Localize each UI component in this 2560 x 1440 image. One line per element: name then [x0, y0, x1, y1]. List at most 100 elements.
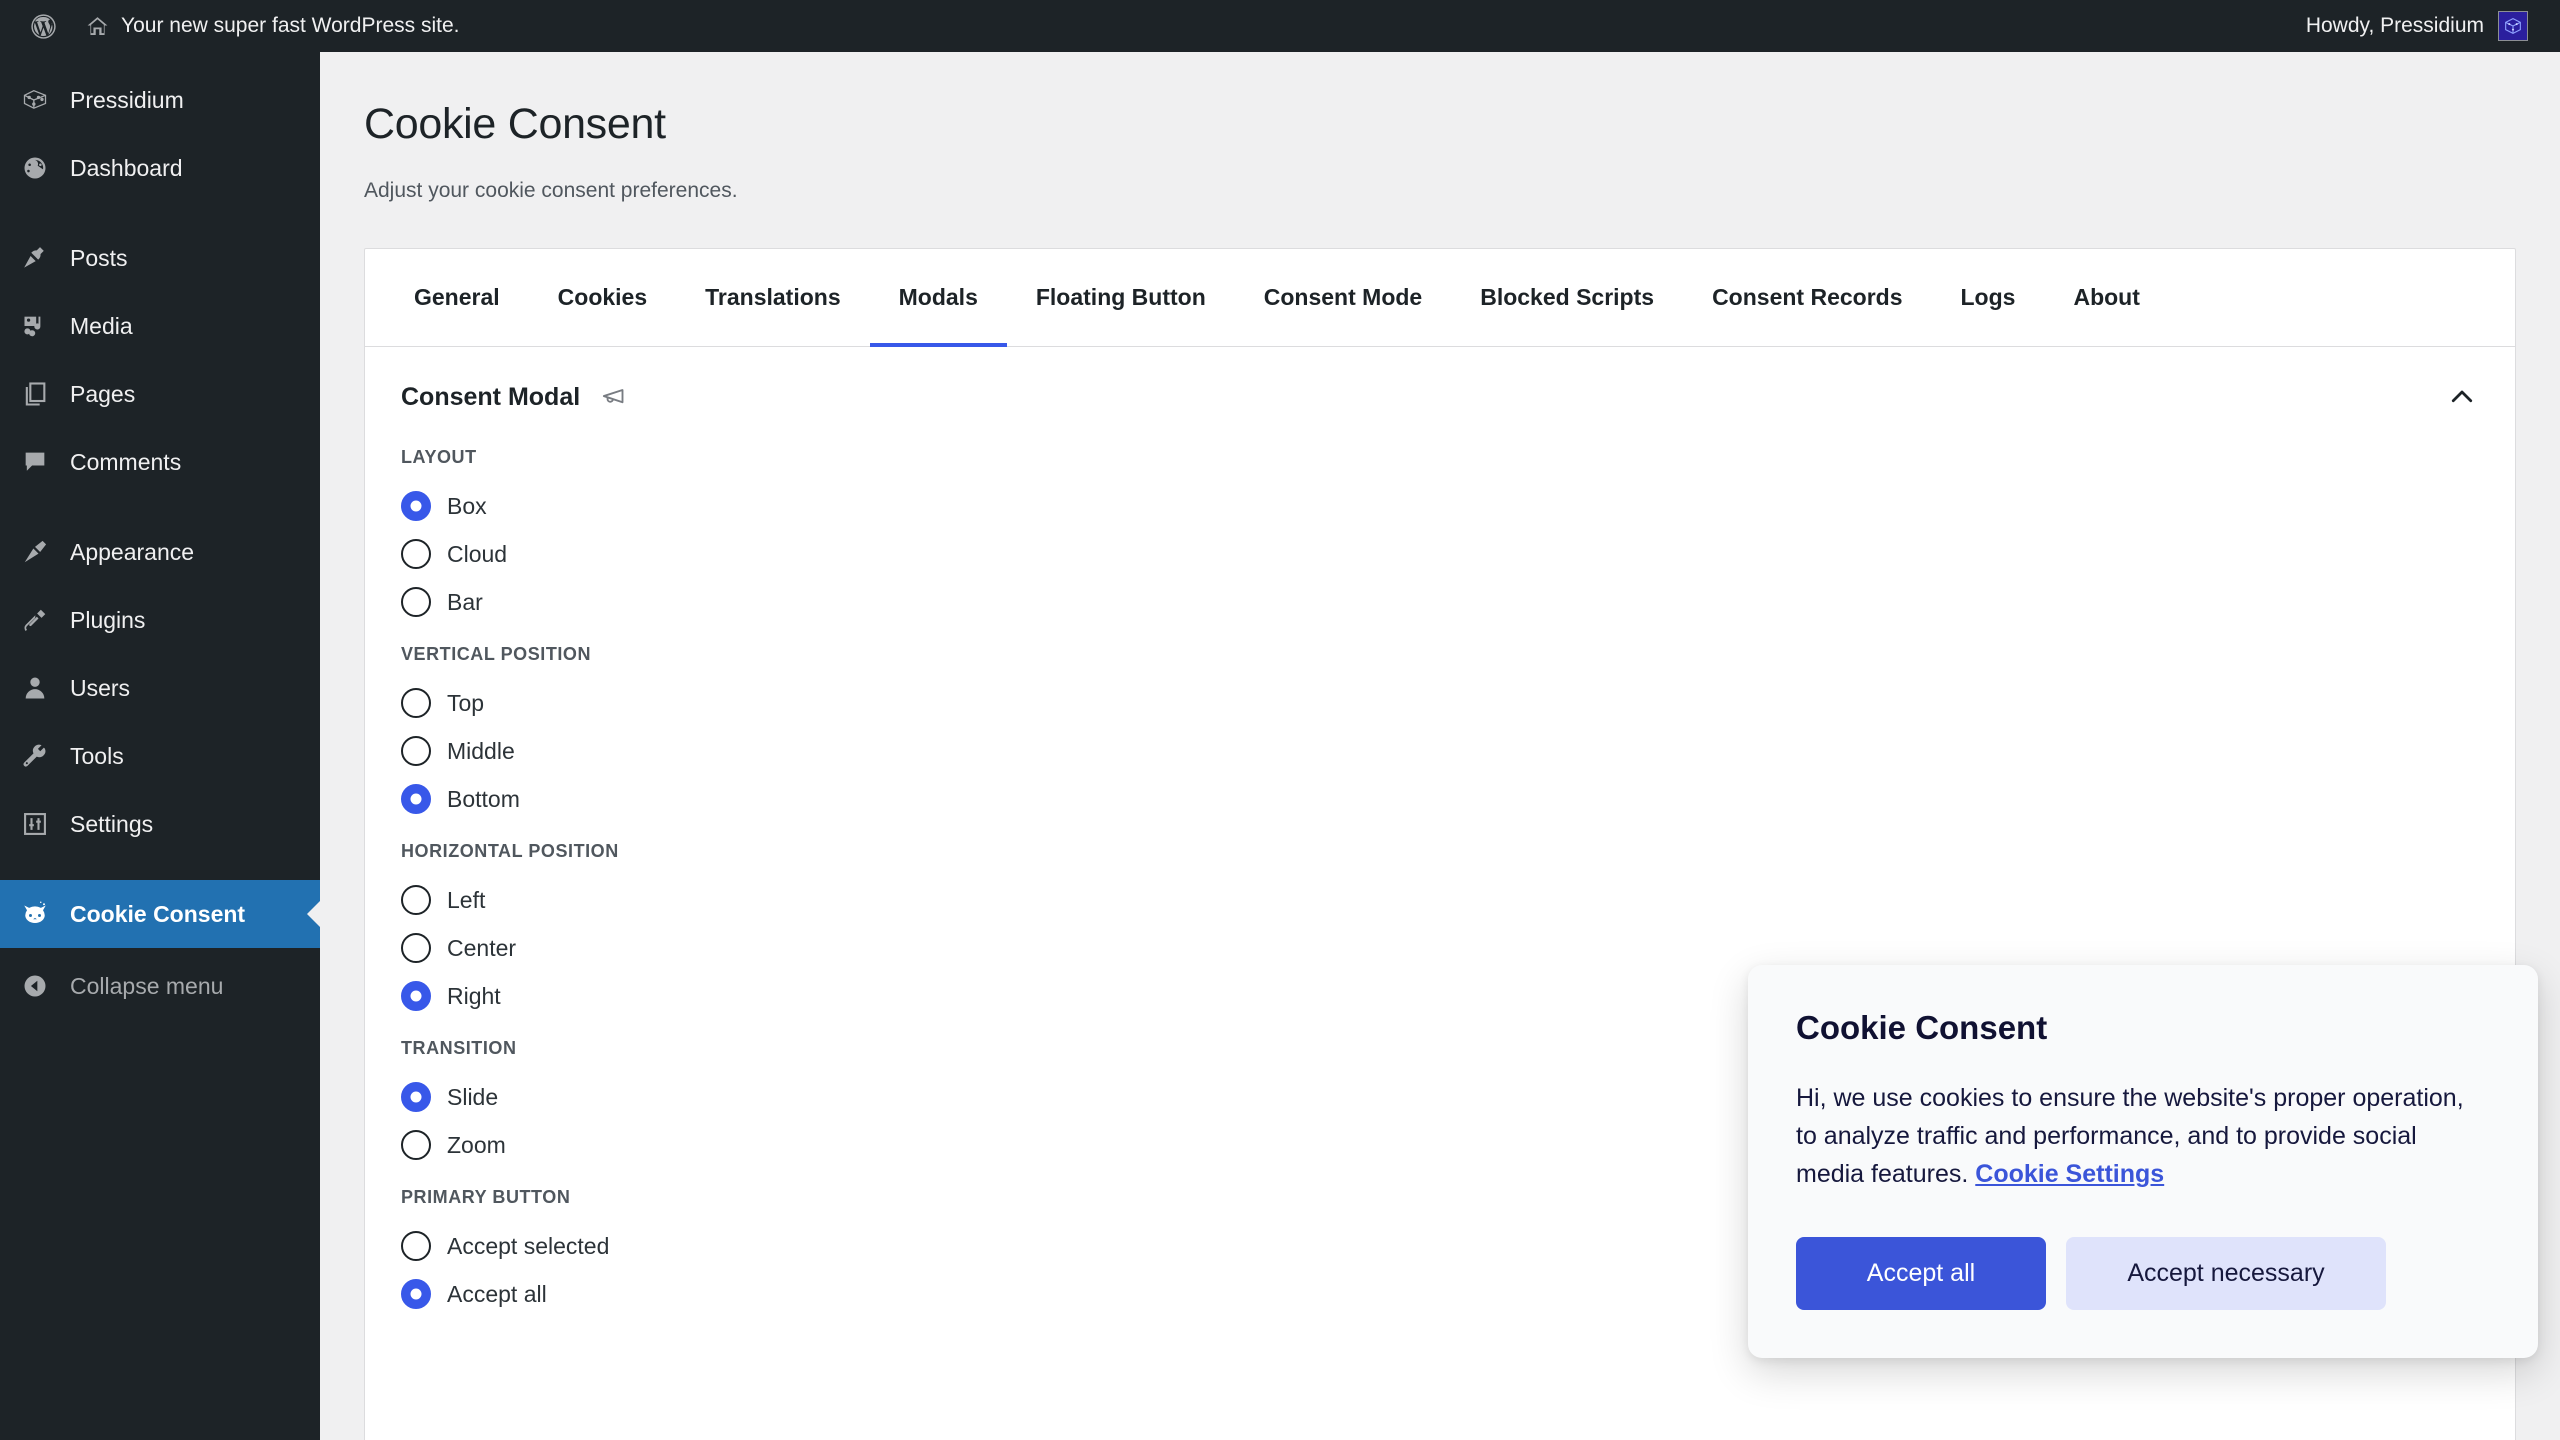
consent-modal-section-header[interactable]: Consent Modal [365, 347, 2515, 447]
radio-indicator[interactable] [401, 885, 431, 915]
tab-about[interactable]: About [2044, 249, 2168, 346]
group-label: HORIZONTAL POSITION [401, 841, 619, 861]
sidebar-item-tools[interactable]: Tools [0, 722, 320, 790]
radio-indicator[interactable] [401, 933, 431, 963]
home-icon [85, 14, 110, 39]
pages-icon [18, 377, 52, 411]
cat-icon [18, 897, 52, 931]
sidebar-item-pages[interactable]: Pages [0, 360, 320, 428]
radio-layout-cloud[interactable]: Cloud [401, 530, 2515, 578]
radio-label: Right [447, 982, 501, 1009]
collapse-menu-label: Collapse menu [70, 972, 224, 999]
radio-indicator[interactable] [401, 688, 431, 718]
radio-label: Middle [447, 737, 515, 764]
accept-necessary-button[interactable]: Accept necessary [2066, 1237, 2386, 1310]
group-label: VERTICAL POSITION [401, 644, 592, 664]
site-name-label: Your new super fast WordPress site. [121, 14, 460, 37]
howdy-label: Howdy, Pressidium [2305, 14, 2484, 37]
radio-label: Top [447, 689, 485, 716]
admin-bar-left: Your new super fast WordPress site. [0, 0, 474, 52]
sidebar-item-settings[interactable]: Settings [0, 790, 320, 858]
cookie-consent-modal-title: Cookie Consent [1796, 1009, 2048, 1046]
group-label: LAYOUT [401, 447, 477, 467]
site-name-button[interactable]: Your new super fast WordPress site. [71, 0, 474, 52]
sidebar-item-label: Dashboard [70, 154, 183, 181]
radio-vertical-bottom[interactable]: Bottom [401, 775, 2515, 823]
collapse-menu-button[interactable]: Collapse menu [0, 952, 320, 1020]
radio-vertical-middle[interactable]: Middle [401, 727, 2515, 775]
sidebar-item-label: Pages [70, 380, 136, 407]
radio-layout-box[interactable]: Box [401, 482, 2515, 530]
radio-label: Slide [447, 1083, 499, 1110]
tab-logs[interactable]: Logs [1932, 249, 2045, 346]
tab-modals[interactable]: Modals [869, 249, 1008, 347]
cookie-consent-modal: Cookie Consent Hi, we use cookies to ens… [1748, 965, 2538, 1358]
radio-indicator[interactable] [401, 1231, 431, 1261]
megaphone-icon [598, 383, 626, 411]
sidebar-item-label: Cookie Consent [70, 900, 246, 927]
tab-consent-mode[interactable]: Consent Mode [1235, 249, 1451, 346]
radio-indicator[interactable] [401, 1279, 431, 1309]
radio-indicator[interactable] [401, 736, 431, 766]
admin-bar-right: Howdy, Pressidium [2290, 0, 2560, 52]
tab-blocked-scripts[interactable]: Blocked Scripts [1451, 249, 1683, 346]
sidebar-item-media[interactable]: Media [0, 292, 320, 360]
sidebar-item-comments[interactable]: Comments [0, 428, 320, 496]
sidebar-item-dashboard[interactable]: Dashboard [0, 134, 320, 202]
sidebar-item-appearance[interactable]: Appearance [0, 518, 320, 586]
sidebar-item-label: Media [70, 312, 133, 339]
sidebar-item-label: Plugins [70, 606, 146, 633]
radio-horizontal-left[interactable]: Left [401, 876, 2515, 924]
page-title: Cookie Consent [364, 100, 666, 148]
pin-icon [18, 241, 52, 275]
radio-indicator[interactable] [401, 491, 431, 521]
radio-vertical-top[interactable]: Top [401, 679, 2515, 727]
chevron-up-icon[interactable] [2447, 382, 2477, 412]
sidebar-item-plugins[interactable]: Plugins [0, 586, 320, 654]
field-group-vertical-position: VERTICAL POSITION Top Middle Bottom [401, 644, 2515, 823]
sidebar-item-label: Pressidium [70, 86, 184, 113]
radio-label: Box [447, 492, 487, 519]
radio-indicator[interactable] [401, 587, 431, 617]
radio-indicator[interactable] [401, 1130, 431, 1160]
tab-bar: General Cookies Translations Modals Floa… [365, 249, 2515, 347]
sidebar-item-label: Settings [70, 810, 154, 837]
radio-indicator[interactable] [401, 784, 431, 814]
field-group-layout: LAYOUT Box Cloud Bar [401, 447, 2515, 626]
radio-label: Accept all [447, 1280, 547, 1307]
section-title: Consent Modal [401, 382, 581, 411]
comment-icon [18, 445, 52, 479]
tab-cookies[interactable]: Cookies [529, 249, 676, 346]
avatar [2498, 11, 2528, 41]
radio-layout-bar[interactable]: Bar [401, 578, 2515, 626]
wordpress-logo-icon [30, 13, 57, 40]
howdy-account-menu[interactable]: Howdy, Pressidium [2290, 0, 2544, 52]
tab-consent-records[interactable]: Consent Records [1683, 249, 1931, 346]
pressidium-icon [18, 83, 52, 117]
cookie-consent-modal-actions: Accept all Accept necessary [1796, 1237, 2490, 1310]
radio-indicator[interactable] [401, 539, 431, 569]
sidebar-item-label: Tools [70, 742, 124, 769]
wordpress-logo-button[interactable] [16, 0, 71, 52]
media-icon [18, 309, 52, 343]
accept-all-button[interactable]: Accept all [1796, 1237, 2046, 1310]
page-header: Cookie Consent Adjust your cookie consen… [320, 52, 2560, 203]
radio-indicator[interactable] [401, 981, 431, 1011]
tab-general[interactable]: General [385, 249, 529, 346]
radio-label: Cloud [447, 540, 508, 567]
paintbrush-icon [18, 535, 52, 569]
sidebar-item-users[interactable]: Users [0, 654, 320, 722]
radio-label: Bar [447, 588, 483, 615]
admin-sidebar: Pressidium Dashboard Posts Media Pages C… [0, 52, 320, 1440]
radio-indicator[interactable] [401, 1082, 431, 1112]
collapse-arrow-icon [18, 969, 52, 1003]
radio-label: Center [447, 934, 517, 961]
tab-floating-button[interactable]: Floating Button [1007, 249, 1235, 346]
sidebar-item-cookie-consent[interactable]: Cookie Consent [0, 880, 320, 948]
sidebar-item-pressidium[interactable]: Pressidium [0, 66, 320, 134]
sidebar-item-label: Appearance [70, 538, 195, 565]
tab-translations[interactable]: Translations [676, 249, 869, 346]
radio-label: Bottom [447, 785, 520, 812]
sidebar-item-posts[interactable]: Posts [0, 224, 320, 292]
cookie-settings-link[interactable]: Cookie Settings [1975, 1160, 2164, 1188]
